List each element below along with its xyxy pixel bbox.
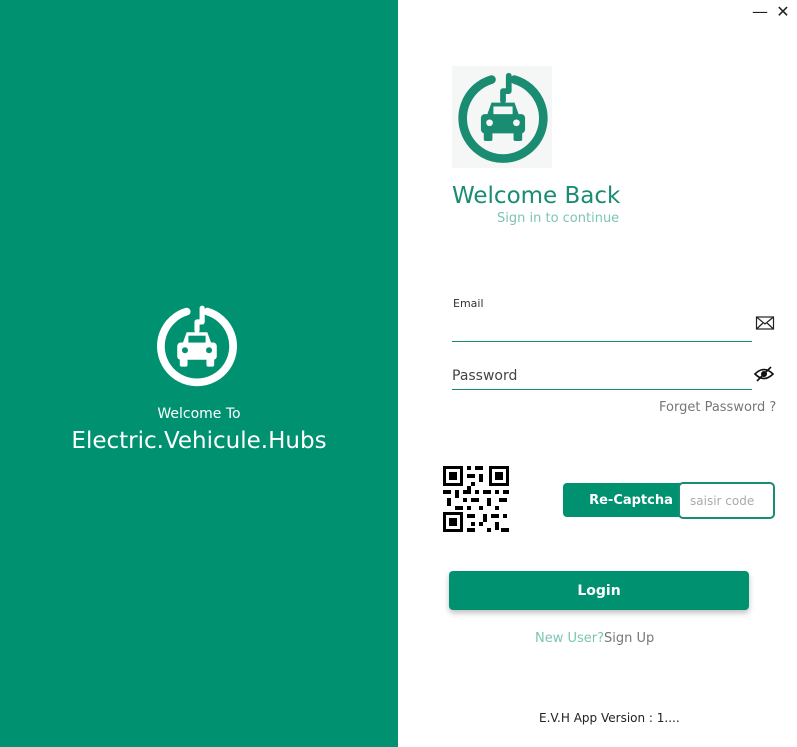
envelope-icon <box>755 316 775 330</box>
eye-slash-icon[interactable] <box>753 364 775 384</box>
forgot-password-link[interactable]: Forget Password ? <box>659 400 776 415</box>
close-button[interactable]: ✕ <box>774 0 792 24</box>
sign-up-link[interactable]: Sign Up <box>604 631 654 646</box>
minimize-button[interactable]: — <box>751 0 769 24</box>
email-field[interactable] <box>452 314 752 342</box>
ev-car-plug-icon <box>157 305 237 387</box>
page-subtitle: Sign in to continue <box>497 211 620 226</box>
page-title: Welcome Back <box>452 183 621 209</box>
login-button[interactable]: Login <box>449 571 749 610</box>
app-name: Electric.Vehicule.Hubs <box>71 428 327 454</box>
email-label: Email <box>453 297 484 310</box>
password-field[interactable] <box>452 362 752 390</box>
ev-car-plug-icon <box>458 72 548 163</box>
welcome-to-label: Welcome To <box>157 406 241 422</box>
new-user-label: New User? <box>535 631 605 646</box>
captcha-code-field[interactable] <box>678 482 775 519</box>
signup-row: New User?Sign Up <box>535 631 654 646</box>
app-version: E.V.H App Version : 1.... <box>539 711 680 725</box>
qr-code-icon <box>443 466 509 532</box>
left-panel: Welcome To Electric.Vehicule.Hubs <box>0 0 398 747</box>
